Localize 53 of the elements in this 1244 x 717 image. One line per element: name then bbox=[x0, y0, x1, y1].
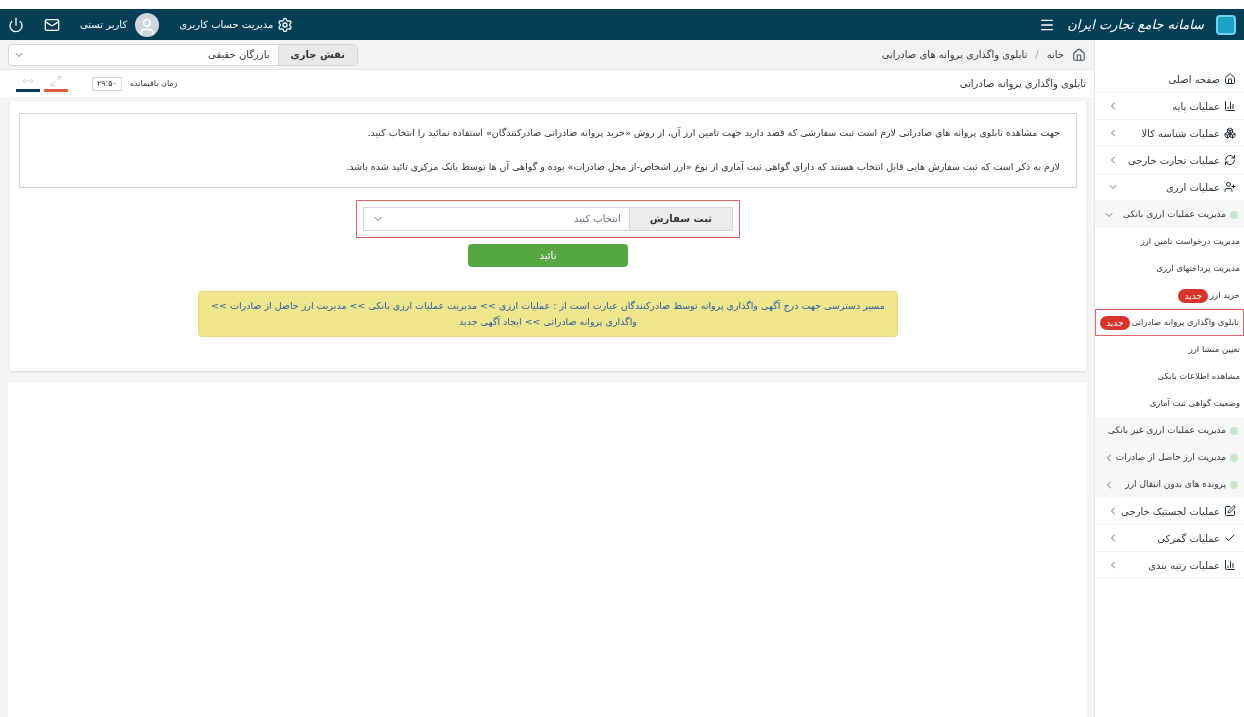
sidebar-link[interactable]: مشاهده اطلاعات بانکی bbox=[1095, 363, 1244, 390]
expand-icon bbox=[50, 75, 62, 87]
breadcrumb-item: تابلوی واگذاری پروانه های صادراتی bbox=[881, 48, 1028, 62]
notice-text: مسیر دسترسی جهت درج آگهی واگذاری پروانه توسط صادرکنندگان عبارت است از : عملیات ارزی >> مدیریت عملیات ارزی بانکی >> مدیریت ارز حاصل از صادرات >> واگذاری پروانه صادراتی >> ایجاد آگهی جدید bbox=[211, 299, 885, 327]
new-badge: جدید bbox=[1100, 315, 1130, 330]
sidebar-item[interactable]: عملیات پایه bbox=[1095, 93, 1244, 120]
breadcrumb-item[interactable]: خانه bbox=[1046, 47, 1064, 62]
refresh-icon bbox=[1224, 154, 1236, 166]
sidebar-item[interactable]: عملیات تجارت خارجی bbox=[1095, 147, 1244, 174]
info-text: جهت مشاهده تابلوی پروانه های صادراتی لازم است ثبت سفارشی که قصد دارید جهت تامین ارز آن، از روش «خرید پروانه صادراتی صادرکنندگان» استفاده نمائید را انتخاب کنید. bbox=[366, 126, 1060, 140]
breadcrumb-separator: / bbox=[1035, 48, 1039, 62]
home-icon bbox=[1224, 73, 1236, 85]
role-label: نقش جاری bbox=[277, 44, 357, 65]
sidebar-subitem[interactable]: مدیریت عملیات ارزی بانکی bbox=[1095, 201, 1244, 228]
sidebar-item[interactable]: صفحه اصلی bbox=[1095, 66, 1244, 93]
info-text: لازم به ذکر است که ثبت سفارش هایی قابل انتخاب هستند که دارای گواهی ثبت آماری از نوع «ارز اشخاص-از محل صادرات» بوده و گواهی آن ها توسط بانک مرکزی تائید شده باشد. bbox=[345, 160, 1060, 175]
new-badge: جدید bbox=[1178, 288, 1208, 303]
fullscreen-tab[interactable] bbox=[44, 75, 68, 92]
boxes-icon bbox=[1224, 127, 1236, 139]
edit-icon bbox=[1224, 505, 1236, 517]
order-placeholder: انتخاب کنید bbox=[573, 212, 622, 226]
check-icon bbox=[1224, 532, 1236, 544]
sidebar-link[interactable]: مدیریت پرداختهای ارزی bbox=[1095, 255, 1244, 282]
page-title: تابلوی واگذاری پروانه صادراتی bbox=[959, 77, 1086, 91]
user-plus-icon bbox=[1224, 181, 1236, 193]
logo-icon bbox=[1216, 14, 1236, 35]
sidebar-subitem[interactable]: پرونده های بدون انتقال ارز bbox=[1095, 471, 1244, 498]
logo-text: سامانه جامع تجارت ایران bbox=[1067, 15, 1204, 35]
timer-label: زمان باقیمانده bbox=[129, 77, 178, 90]
order-label: ثبت سفارش bbox=[628, 207, 732, 230]
mail-icon[interactable] bbox=[44, 16, 60, 33]
sidebar-link[interactable]: خرید ارز جدید bbox=[1095, 282, 1244, 309]
sidebar-subitem[interactable]: مدیریت ارز حاصل از صادرات bbox=[1095, 444, 1244, 471]
user-name: کاربر تستی bbox=[80, 18, 128, 32]
sidebar-link[interactable]: تعیین منشا ارز bbox=[1095, 336, 1244, 363]
sidebar-item[interactable]: عملیات لجستیک خارجی bbox=[1095, 498, 1244, 525]
sidebar-link[interactable]: تابلوی واگذاری پروانه صادراتی جدید bbox=[1095, 309, 1244, 336]
home-icon bbox=[1072, 47, 1086, 62]
sidebar-subitem[interactable]: مدیریت عملیات ارزی غیر بانکی bbox=[1095, 417, 1244, 444]
account-link[interactable]: مدیریت حساب کاربری bbox=[179, 16, 294, 33]
avatar-icon bbox=[135, 12, 160, 37]
sidebar-item[interactable]: عملیات شناسه کالا bbox=[1095, 120, 1244, 147]
sidebar-link[interactable]: مدیریت درخواست تامین ارز bbox=[1095, 228, 1244, 255]
sidebar-item[interactable]: عملیات رتبه بندی bbox=[1095, 552, 1244, 579]
order-select[interactable]: ثبت سفارش انتخاب کنید bbox=[363, 206, 733, 231]
power-icon[interactable] bbox=[8, 16, 24, 33]
bar-chart-icon bbox=[1224, 559, 1236, 571]
role-selector[interactable]: نقش جاری بازرگان حقیقی bbox=[8, 43, 358, 66]
timer-value: ۲۹:۵۰ bbox=[92, 76, 122, 91]
sidebar-item[interactable]: عملیات گمرکی bbox=[1095, 525, 1244, 552]
role-value: بازرگان حقیقی bbox=[207, 48, 271, 62]
bar-chart-icon bbox=[1224, 100, 1236, 112]
sidebar-link[interactable]: وضعیت گواهی ثبت آماری bbox=[1095, 390, 1244, 417]
